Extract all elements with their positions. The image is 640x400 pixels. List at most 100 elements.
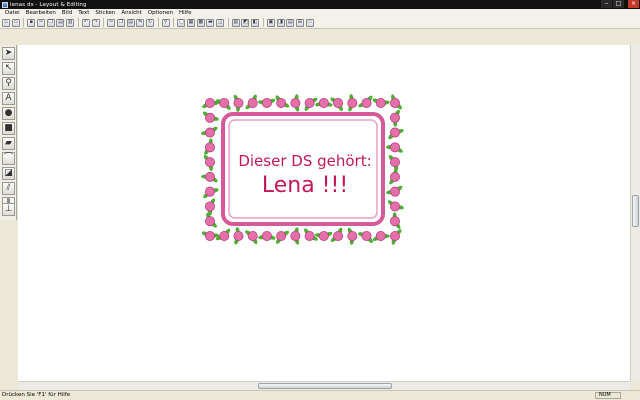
flower (247, 230, 258, 241)
flower (204, 216, 215, 227)
menu-sticken[interactable]: Sticken (92, 10, 118, 16)
minimize-button[interactable]: ‒ (601, 0, 612, 8)
undo-icon[interactable]: ↶ (81, 18, 90, 27)
cut-icon[interactable]: ✂ (37, 18, 46, 27)
flower (389, 127, 400, 138)
flower (389, 112, 400, 123)
rotate-icon[interactable]: ↻ (145, 18, 154, 27)
flower (204, 97, 215, 108)
satin-icon[interactable]: ⫽ (2, 182, 15, 195)
shape-icon[interactable]: ▰ (2, 137, 15, 150)
ellipse-icon[interactable]: ● (2, 107, 15, 120)
color-icon[interactable]: ◧ (251, 18, 260, 27)
flower (204, 186, 215, 197)
flower (261, 230, 272, 241)
print-icon[interactable]: ▥ (66, 18, 75, 27)
app-icon (2, 1, 8, 8)
preview-icon[interactable]: ◨ (276, 18, 285, 27)
monitor-icon[interactable]: ▭ (305, 18, 314, 27)
menu-bearbeiten[interactable]: Bearbeiten (23, 10, 59, 16)
open-icon[interactable]: ▭ (11, 18, 20, 27)
flower (318, 97, 329, 108)
design-svg: Dieser DS gehört: Lena !!! (201, 94, 404, 245)
design-line-1: Dieser DS gehört: (238, 152, 371, 170)
flower (347, 97, 358, 108)
zoom-icon[interactable]: ⚲ (2, 77, 15, 90)
save-icon[interactable]: ▪ (27, 18, 36, 27)
flower (389, 230, 400, 241)
flower (290, 97, 301, 108)
text-icon[interactable]: A (2, 92, 15, 105)
horizontal-scrollbar[interactable] (18, 381, 630, 390)
toolbar-separator (227, 18, 229, 27)
flower (333, 97, 344, 108)
flower (333, 230, 344, 241)
menu-ansicht[interactable]: Ansicht (118, 10, 144, 16)
hoop-icon[interactable]: ◫ (216, 18, 225, 27)
flower (304, 97, 315, 108)
num-lock-indicator: NUM (595, 392, 621, 399)
curve-icon[interactable]: ⌒ (2, 152, 15, 165)
toolbar-separator (103, 18, 105, 27)
flower (318, 230, 329, 241)
menu-optionen[interactable]: Optionen (145, 10, 176, 16)
rectangle-icon[interactable]: ■ (2, 122, 15, 135)
flower (375, 97, 386, 108)
flower (361, 97, 372, 108)
horizontal-scroll-thumb[interactable] (258, 383, 392, 389)
copy2-icon[interactable]: ❐ (116, 18, 125, 27)
flower (233, 230, 244, 241)
stamp-icon[interactable]: ⊥ (2, 203, 15, 216)
ruler-icon[interactable]: ▬ (206, 18, 215, 27)
vertical-scroll-thumb[interactable] (632, 195, 639, 227)
stitch-icon[interactable]: ▧ (231, 18, 240, 27)
toolbar-separator (173, 18, 175, 27)
menu-text[interactable]: Text (75, 10, 92, 16)
vertical-scrollbar[interactable] (630, 45, 640, 381)
zoom-icon[interactable]: ⚲ (161, 18, 170, 27)
flower (204, 201, 215, 212)
layer-icon[interactable]: ▣ (266, 18, 275, 27)
flower (375, 230, 386, 241)
window-title: lenas ds - Layout & Editing (10, 1, 87, 8)
flower (389, 186, 400, 197)
3d-icon[interactable]: ◩ (241, 18, 250, 27)
paste-icon[interactable]: ▤ (56, 18, 65, 27)
stitch-fill-icon[interactable]: ◪ (2, 167, 15, 180)
flower (204, 230, 215, 241)
fill-icon[interactable]: ▦ (187, 18, 195, 27)
toolbar-separator (262, 18, 264, 27)
maximize-button[interactable]: □ (613, 0, 624, 8)
frame-icon[interactable]: ▢ (177, 18, 186, 27)
menu-datei[interactable]: Datei (2, 10, 23, 16)
close-button[interactable]: × (628, 0, 639, 8)
flower (389, 201, 400, 212)
menu-bild[interactable]: Bild (59, 10, 75, 16)
flower (219, 97, 230, 108)
properties-icon[interactable]: ▤ (286, 18, 295, 27)
flower (389, 157, 400, 168)
toolbar-separator (23, 18, 25, 27)
flower (276, 230, 287, 241)
grid-icon[interactable]: ▩ (196, 18, 205, 27)
redo-icon[interactable]: ↷ (91, 18, 100, 27)
flower (204, 127, 215, 138)
title-bar: lenas ds - Layout & Editing ‒ □ × (0, 0, 640, 9)
paste2-icon[interactable]: ▤ (126, 18, 135, 27)
menu-hilfe[interactable]: Hilfe (176, 10, 195, 16)
status-bar: Drücken Sie 'F1' für Hilfe NUM (0, 390, 640, 400)
select-arrow-icon[interactable]: ➤ (2, 47, 15, 60)
new-icon[interactable]: ▫ (2, 18, 10, 27)
toolbar-separator (77, 18, 79, 27)
scissors-icon[interactable]: ✂ (107, 18, 116, 27)
flower (389, 216, 400, 227)
left-tool-palette: ➤ ↖ ⚲ A ● ■ ▰ ⌒ ◪ ⫽ ⦀ (0, 45, 17, 220)
embroidery-design[interactable]: Dieser DS gehört: Lena !!! (195, 85, 410, 253)
mirror-icon[interactable]: ⇋ (136, 18, 145, 27)
flower (247, 97, 258, 108)
network-icon[interactable]: ⊞ (295, 18, 304, 27)
flower (261, 97, 272, 108)
node-edit-icon[interactable]: ↖ (2, 62, 15, 75)
status-hint: Drücken Sie 'F1' für Hilfe (2, 392, 71, 398)
copy-icon[interactable]: ❐ (46, 18, 55, 27)
